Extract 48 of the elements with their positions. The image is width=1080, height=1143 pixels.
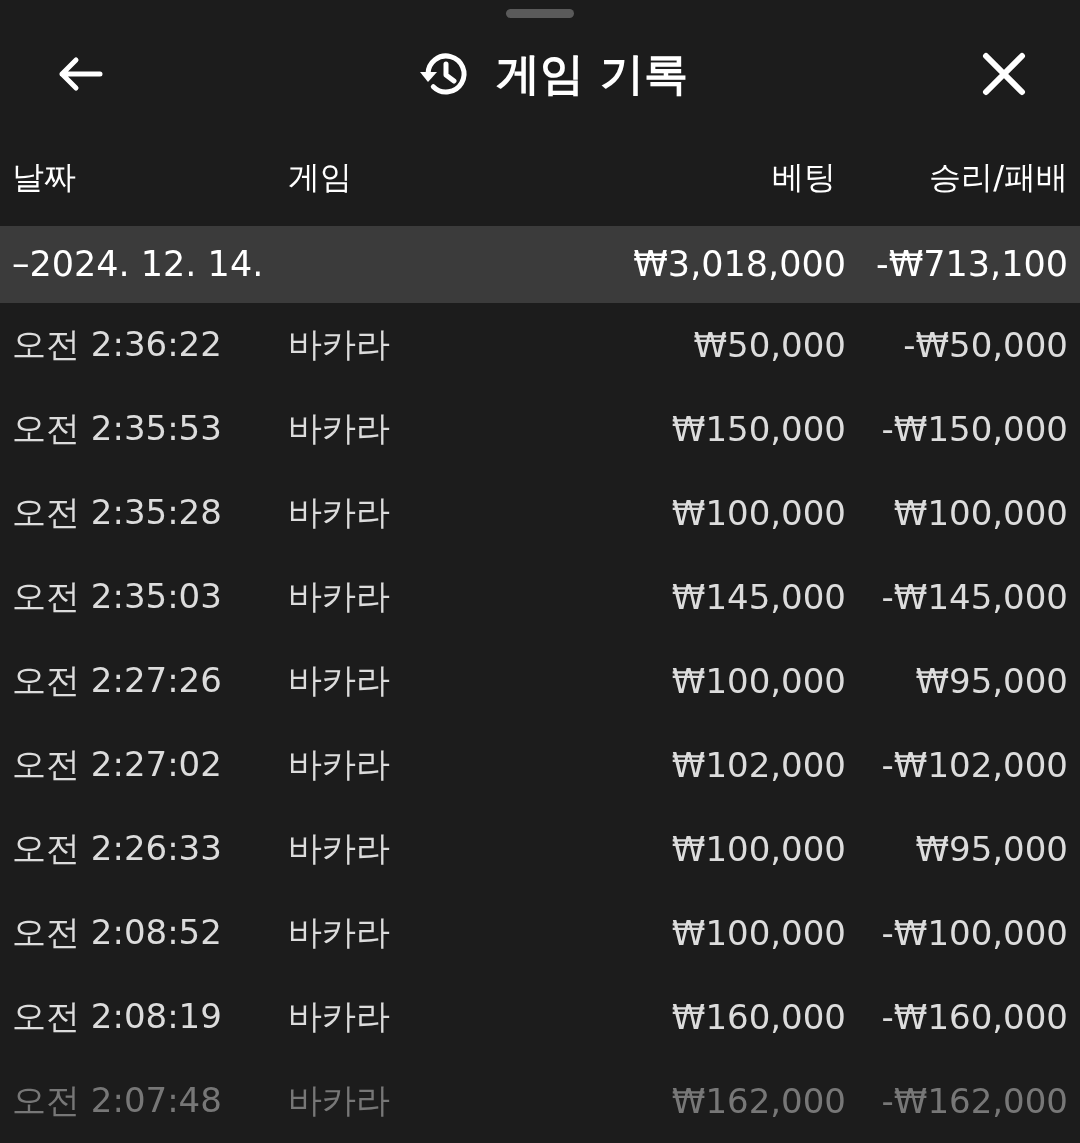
date-group-row[interactable]: –2024. 12. 14. ₩3,018,000 -₩713,100 — [0, 225, 1080, 303]
time-cell-text: 오전 2:07:48 — [12, 1079, 223, 1122]
time-cell-text: 오전 2:35:03 — [12, 575, 223, 618]
result-cell-text: -₩162,000 — [880, 1081, 1068, 1121]
time-cell-text: 오전 2:35:53 — [12, 407, 223, 450]
bet-cell-text: ₩102,000 — [670, 745, 846, 785]
bet-cell-text: ₩150,000 — [670, 409, 846, 449]
game-cell-text: 바카라 — [288, 995, 391, 1038]
bet-cell-text: ₩160,000 — [670, 997, 846, 1037]
close-button[interactable] — [982, 52, 1026, 96]
time-cell-text: 오전 2:35:28 — [12, 491, 223, 534]
result-cell-text: -₩50,000 — [902, 325, 1068, 365]
bet-cell-text: ₩100,000 — [670, 829, 846, 869]
result-cell-text: ₩95,000 — [914, 661, 1068, 701]
game-cell-text: 바카라 — [288, 659, 391, 702]
bet-cell-text: ₩162,000 — [670, 1081, 846, 1121]
time-cell-text: 오전 2:36:22 — [12, 323, 223, 366]
column-header: 날짜 — [12, 156, 77, 198]
game-cell-text: 바카라 — [288, 911, 391, 954]
time-cell-text: 오전 2:26:33 — [12, 827, 223, 870]
game-cell-text: 바카라 — [288, 323, 391, 366]
game-cell-text: 바카라 — [288, 575, 391, 618]
time-cell-text: 오전 2:08:52 — [12, 911, 223, 954]
game-cell-text: 바카라 — [288, 743, 391, 786]
result-cell-text: ₩100,000 — [892, 493, 1068, 533]
bet-cell-text: ₩100,000 — [670, 493, 846, 533]
bet-cell-text: ₩145,000 — [670, 577, 846, 617]
result-cell-text: -₩102,000 — [880, 745, 1068, 785]
column-header: 베팅 — [771, 156, 837, 198]
result-cell-text: -₩150,000 — [880, 409, 1068, 449]
game-cell-text: 바카라 — [288, 1079, 391, 1122]
game-cell-text: 바카라 — [288, 491, 391, 534]
bet-cell-text: ₩100,000 — [670, 661, 846, 701]
column-header: 게임 — [288, 156, 353, 198]
drag-handle[interactable] — [506, 9, 574, 19]
result-cell-text: -₩100,000 — [880, 913, 1068, 953]
time-cell-text: 오전 2:27:02 — [12, 743, 223, 786]
result-cell-text: ₩95,000 — [914, 829, 1068, 869]
bet-cell-text: ₩100,000 — [670, 913, 846, 953]
time-cell-text: 오전 2:08:19 — [12, 995, 223, 1038]
game-cell-text: 바카라 — [288, 407, 391, 450]
column-header: 승리/패배 — [928, 156, 1068, 198]
bet-cell-text: ₩50,000 — [692, 325, 846, 365]
game-cell-text: 바카라 — [288, 827, 391, 870]
result-cell-text: -₩160,000 — [880, 997, 1068, 1037]
result-cell-text: -₩145,000 — [880, 577, 1068, 617]
dialog-title: 게임 기록 — [496, 46, 688, 101]
time-cell-text: 오전 2:27:26 — [12, 659, 223, 702]
